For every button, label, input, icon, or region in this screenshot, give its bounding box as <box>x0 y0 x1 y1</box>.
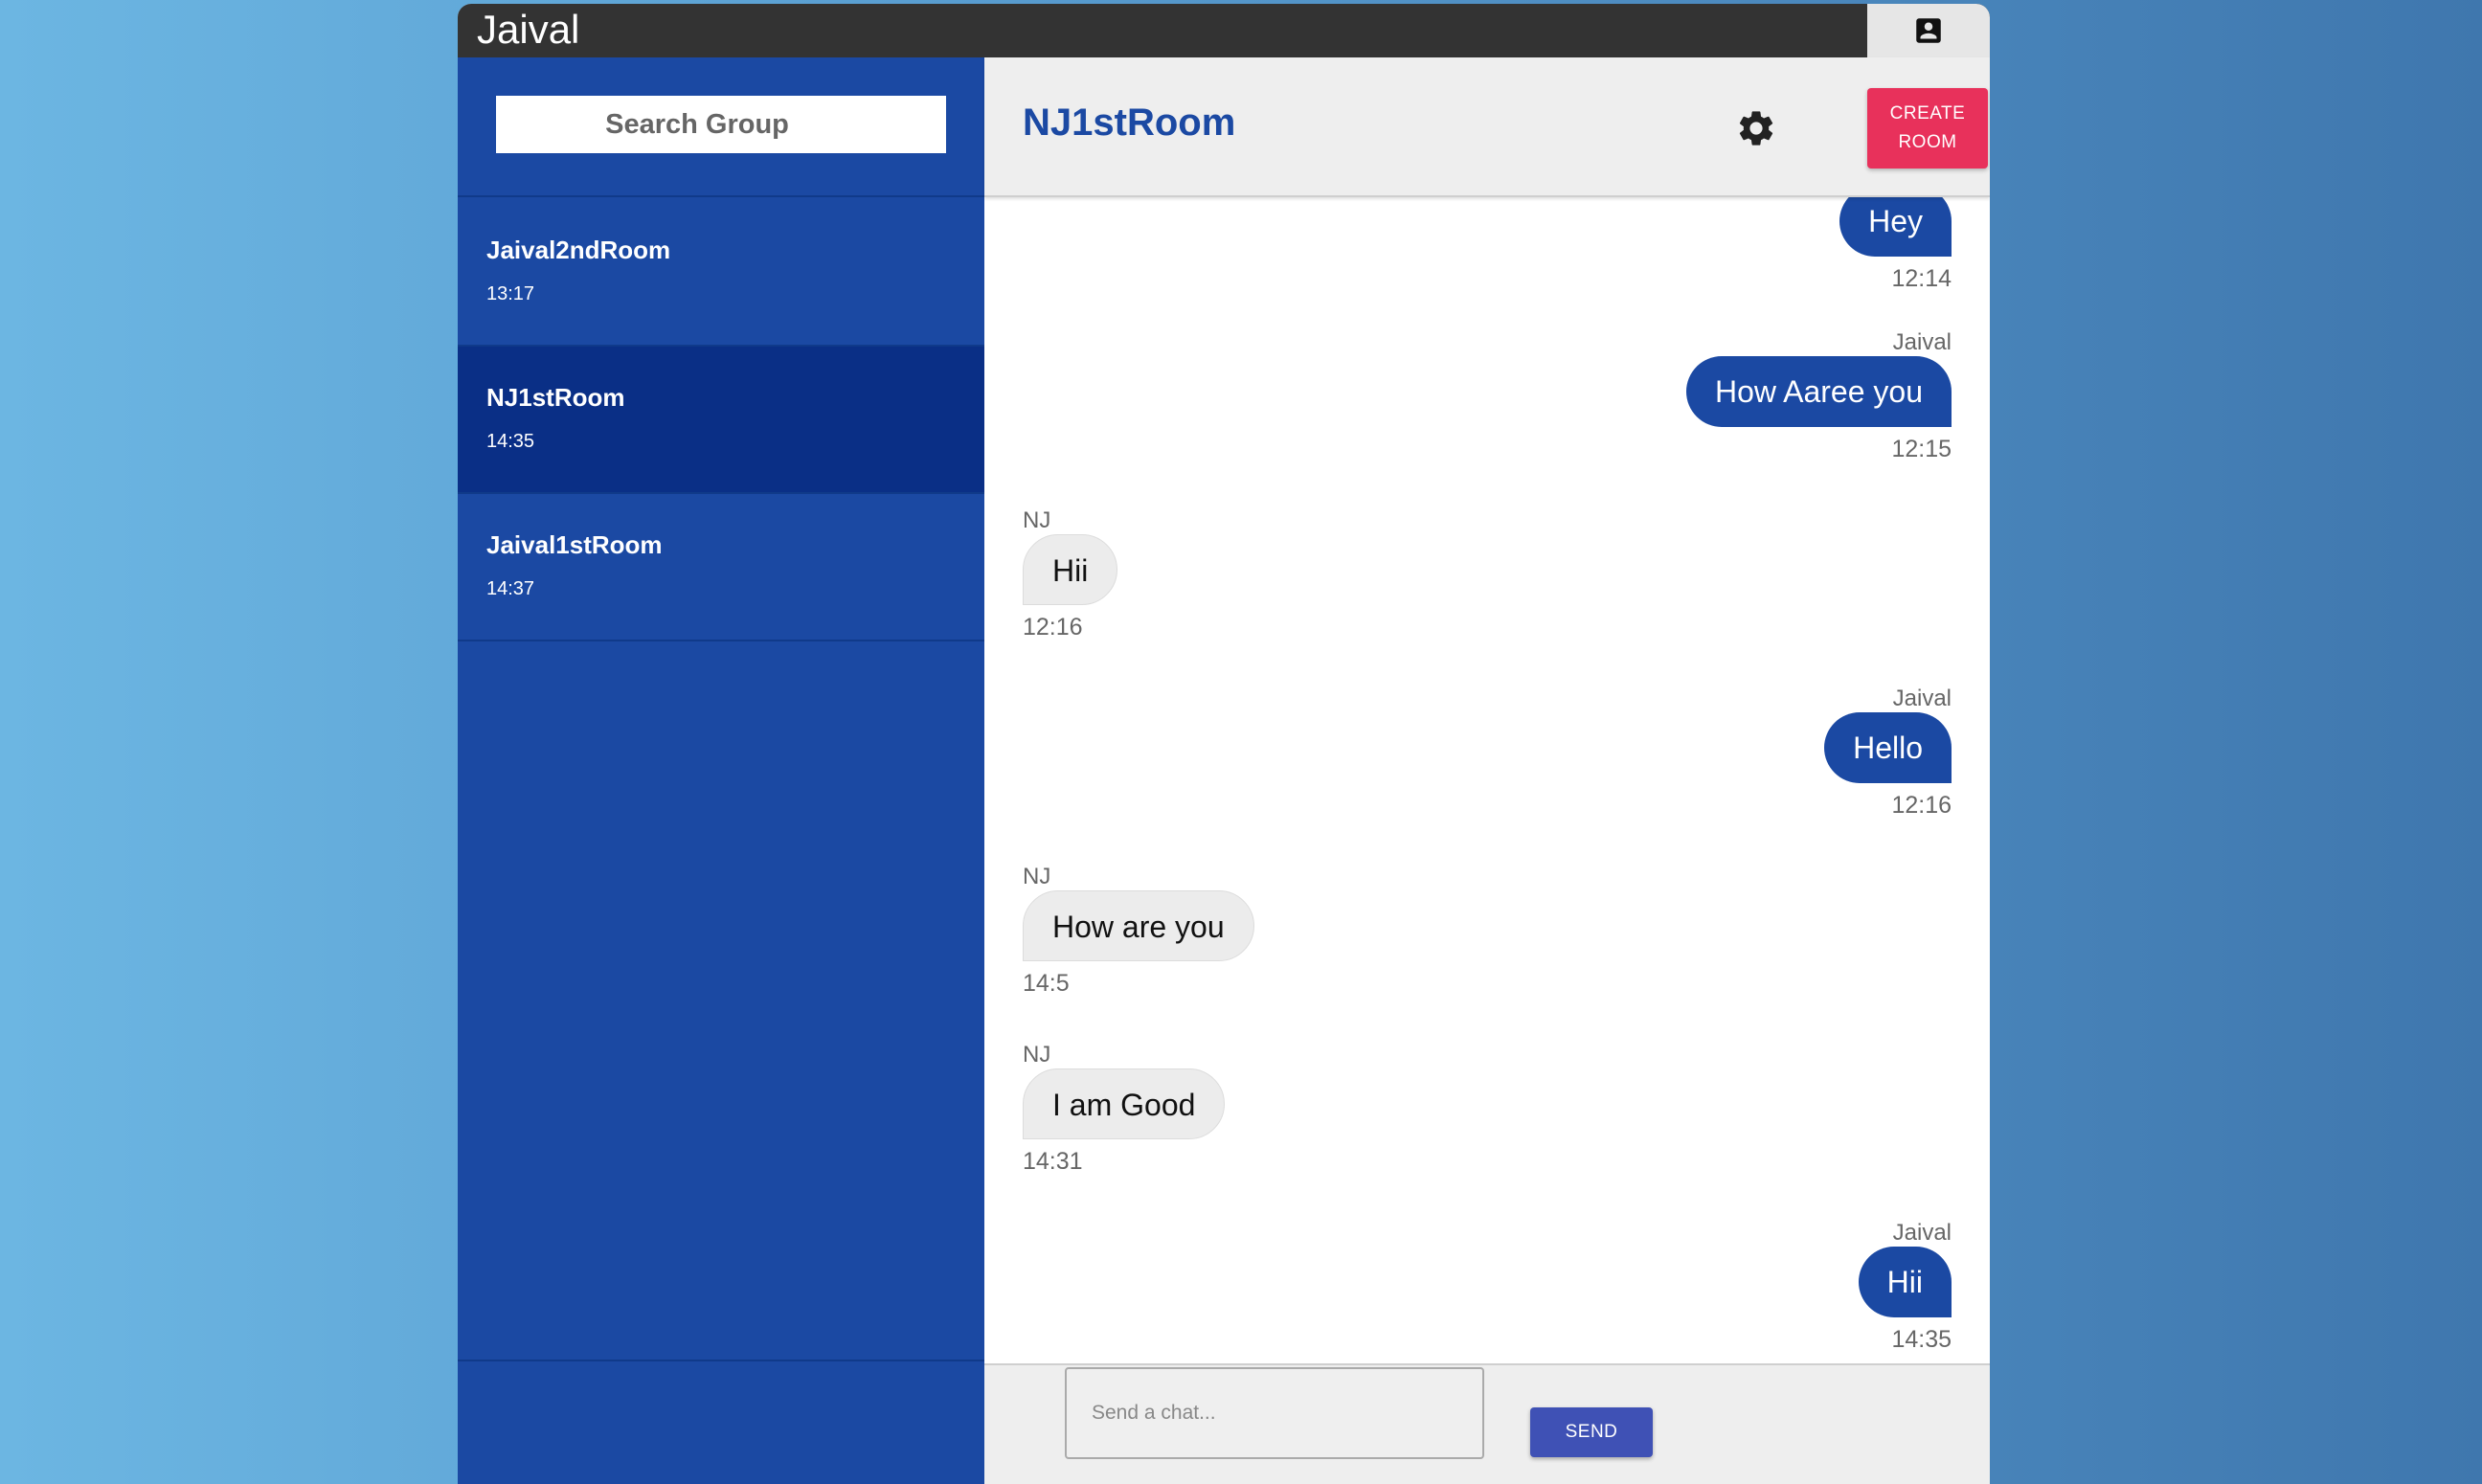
message-bubble: Hii <box>1858 1247 1952 1317</box>
message-bubble: Hello <box>1824 712 1952 783</box>
message-sender: Jaival <box>1892 329 1952 355</box>
message-time: 12:16 <box>1891 792 1952 819</box>
room-time: 13:17 <box>486 283 535 304</box>
message-time: 12:16 <box>1023 614 1083 641</box>
room-item-nj1stroom[interactable]: NJ1stRoom 14:35 <box>458 347 984 494</box>
message-item: Jaival Hello 12:16 <box>1824 686 1952 820</box>
app-title: Jaival <box>477 7 580 52</box>
message-bubble: Hii <box>1023 534 1118 605</box>
search-area <box>458 57 984 197</box>
chat-input[interactable] <box>1065 1367 1484 1459</box>
room-sidebar: Jaival2ndRoom 13:17 NJ1stRoom 14:35 Jaiv… <box>458 57 984 1484</box>
message-item: NJ I am Good 14:31 <box>1023 1042 1226 1176</box>
send-button[interactable]: SEND <box>1530 1407 1653 1457</box>
message-sender: Jaival <box>1892 686 1952 711</box>
message-time: 12:15 <box>1891 436 1952 462</box>
message-sender: NJ <box>1023 1042 1051 1068</box>
room-time: 14:37 <box>486 578 535 599</box>
room-item-jaival2ndroom[interactable]: Jaival2ndRoom 13:17 <box>458 199 984 347</box>
room-title: NJ1stRoom <box>1023 101 1236 144</box>
message-bubble: I am Good <box>1023 1068 1226 1139</box>
create-room-button[interactable]: CREATE ROOM <box>1867 88 1988 169</box>
message-item: Jaival How Aaree you 12:15 <box>1685 329 1952 463</box>
message-bubble: How Aaree you <box>1685 356 1952 427</box>
profile-button[interactable] <box>1867 4 1990 57</box>
room-time: 14:35 <box>486 431 535 452</box>
gear-icon[interactable] <box>1735 107 1777 149</box>
message-time: 14:5 <box>1023 970 1070 997</box>
message-time: 14:31 <box>1023 1148 1083 1175</box>
search-group-input[interactable] <box>496 96 946 153</box>
room-name: Jaival2ndRoom <box>486 236 671 264</box>
message-sender: NJ <box>1023 507 1051 533</box>
message-time: 14:35 <box>1891 1326 1952 1353</box>
message-time: 12:14 <box>1891 265 1952 292</box>
message-item: Hey 12:14 <box>1839 197 1952 293</box>
message-sender: Jaival <box>1892 1220 1952 1246</box>
room-name: Jaival1stRoom <box>486 530 663 559</box>
message-sender: NJ <box>1023 864 1051 889</box>
account-box-icon <box>1916 18 1941 43</box>
message-bubble: How are you <box>1023 890 1254 961</box>
top-bar: Jaival <box>458 4 1990 57</box>
chat-app: Jaival Jaival2ndRoom 13:17 NJ1stRoom 14:… <box>458 4 1990 1484</box>
message-item: NJ Hii 12:16 <box>1023 507 1118 641</box>
message-bubble: Hey <box>1839 197 1952 257</box>
message-item: Jaival Hii 14:35 <box>1858 1220 1952 1354</box>
message-composer: SEND <box>984 1363 1990 1484</box>
room-item-jaival1stroom[interactable]: Jaival1stRoom 14:37 <box>458 494 984 641</box>
room-name: NJ1stRoom <box>486 383 625 412</box>
chat-header: NJ1stRoom CREATE ROOM <box>984 57 1990 197</box>
message-list[interactable]: Hey 12:14 Jaival How Aaree you 12:15 NJ … <box>984 197 1990 1363</box>
message-item: NJ How are you 14:5 <box>1023 864 1254 998</box>
sidebar-divider <box>458 1360 984 1361</box>
